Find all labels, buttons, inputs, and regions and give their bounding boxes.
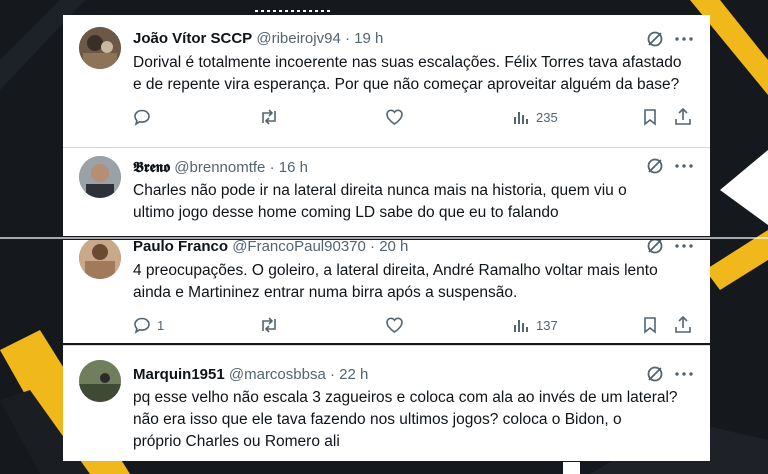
- share-icon[interactable]: [674, 107, 692, 126]
- timestamp[interactable]: 16 h: [279, 159, 308, 176]
- avatar[interactable]: [79, 156, 121, 198]
- like-icon[interactable]: [385, 316, 404, 334]
- retweet-icon[interactable]: [259, 108, 279, 126]
- display-name[interactable]: João Vítor SCCP: [133, 30, 252, 47]
- tweet-card[interactable]: João Vítor SCCP @ribeirojv94 · 19 h Dori…: [63, 15, 710, 147]
- views-icon[interactable]: [513, 317, 529, 333]
- avatar[interactable]: [79, 360, 121, 402]
- grok-icon[interactable]: [646, 240, 664, 255]
- reply-icon[interactable]: [133, 316, 151, 334]
- display-name[interactable]: Marquin1951: [133, 366, 225, 383]
- display-name[interactable]: 𝕭𝖗𝖊𝖓𝖔: [133, 158, 170, 176]
- views-count: 137: [536, 318, 558, 333]
- tweet-header: Paulo Franco @FrancoPaul90370 · 20 h: [133, 240, 408, 256]
- tweet-card[interactable]: Paulo Franco @FrancoPaul90370 · 20 h 4 p…: [63, 240, 710, 343]
- separator-dot: ·: [370, 240, 376, 255]
- more-icon[interactable]: [675, 244, 693, 248]
- user-handle[interactable]: @brennomtfe: [174, 159, 265, 176]
- tweet-card[interactable]: Marquin1951 @marcosbbsa · 22 h pq esse v…: [63, 345, 710, 461]
- tweet-header: 𝕭𝖗𝖊𝖓𝖔 @brennomtfe · 16 h: [133, 158, 308, 177]
- tweet-text: Dorival é totalmente incoerente nas suas…: [133, 54, 682, 93]
- retweet-icon[interactable]: [259, 316, 279, 334]
- tweet-header: Marquin1951 @marcosbbsa · 22 h: [133, 366, 368, 384]
- timestamp[interactable]: 22 h: [339, 366, 368, 383]
- bookmark-icon[interactable]: [642, 316, 658, 334]
- grok-icon[interactable]: [646, 157, 664, 175]
- views-icon[interactable]: [513, 109, 529, 125]
- views-count: 235: [536, 110, 558, 125]
- more-icon[interactable]: [675, 372, 693, 376]
- separator-dot: ·: [329, 366, 335, 383]
- tweet-text: pq esse velho não escala 3 zagueiros e c…: [133, 389, 678, 450]
- grok-icon[interactable]: [646, 365, 664, 383]
- avatar[interactable]: [79, 240, 121, 279]
- tweet-text: Charles não pode ir na lateral direita n…: [133, 182, 627, 221]
- tweet-card[interactable]: 𝕭𝖗𝖊𝖓𝖔 @brennomtfe · 16 h Charles não pod…: [63, 147, 710, 236]
- timestamp[interactable]: 19 h: [354, 30, 383, 47]
- display-name[interactable]: Paulo Franco: [133, 240, 228, 255]
- separator-dot: ·: [269, 159, 275, 176]
- user-handle[interactable]: @ribeirojv94: [256, 30, 340, 47]
- like-icon[interactable]: [385, 108, 404, 126]
- reply-count: 1: [157, 318, 165, 333]
- timestamp[interactable]: 20 h: [379, 240, 408, 255]
- user-handle[interactable]: @marcosbbsa: [229, 366, 326, 383]
- tweet-header: João Vítor SCCP @ribeirojv94 · 19 h: [133, 30, 383, 48]
- tweet-text: 4 preocupações. O goleiro, a lateral dir…: [133, 262, 658, 301]
- reply-icon[interactable]: [133, 108, 151, 126]
- user-handle[interactable]: @FrancoPaul90370: [232, 240, 366, 255]
- more-icon[interactable]: [675, 37, 693, 41]
- grok-icon[interactable]: [646, 30, 664, 48]
- bookmark-icon[interactable]: [642, 108, 658, 126]
- share-icon[interactable]: [674, 315, 692, 334]
- avatar[interactable]: [79, 27, 121, 69]
- separator-dot: ·: [344, 30, 350, 47]
- more-icon[interactable]: [675, 164, 693, 168]
